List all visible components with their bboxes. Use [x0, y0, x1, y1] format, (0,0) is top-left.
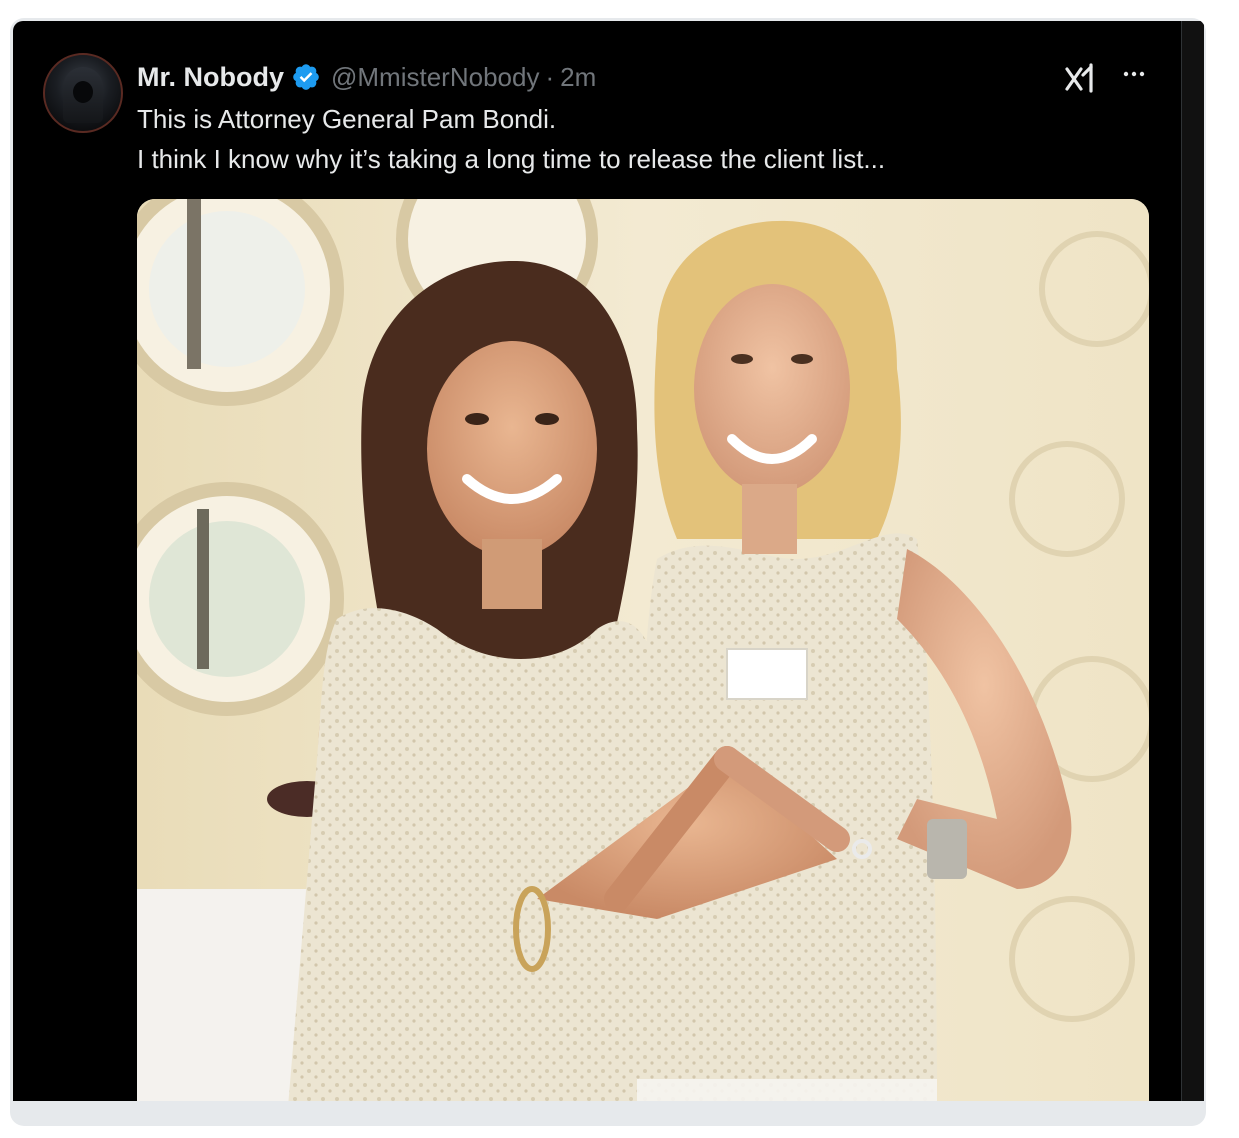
avatar[interactable] — [43, 53, 123, 133]
timestamp[interactable]: 2m — [560, 62, 596, 93]
tweet-text-line-1: This is Attorney General Pam Bondi. — [137, 104, 557, 134]
user-handle[interactable]: @MmisterNobody — [331, 62, 539, 93]
avatar-face-shadow — [73, 81, 93, 103]
separator-dot: · — [545, 61, 555, 92]
tweet-header: Mr. Nobody @MmisterNobody · 2m — [137, 59, 596, 95]
display-name[interactable]: Mr. Nobody — [137, 62, 284, 93]
tweet-media-photo[interactable] — [137, 199, 1149, 1101]
scrollbar-rail[interactable] — [1181, 21, 1204, 1101]
photo-illustration — [137, 199, 1149, 1101]
tweet-card[interactable]: Mr. Nobody @MmisterNobody · 2m This is A… — [13, 21, 1181, 1101]
more-options-icon[interactable] — [1117, 57, 1151, 91]
page-frame: Mr. Nobody @MmisterNobody · 2m This is A… — [10, 18, 1206, 1126]
verified-badge-icon — [291, 62, 321, 92]
grok-icon[interactable] — [1063, 61, 1097, 95]
tweet-text-line-2: I think I know why it’s taking a long ti… — [137, 144, 886, 174]
tweet-text: This is Attorney General Pam Bondi. I th… — [137, 99, 1157, 179]
